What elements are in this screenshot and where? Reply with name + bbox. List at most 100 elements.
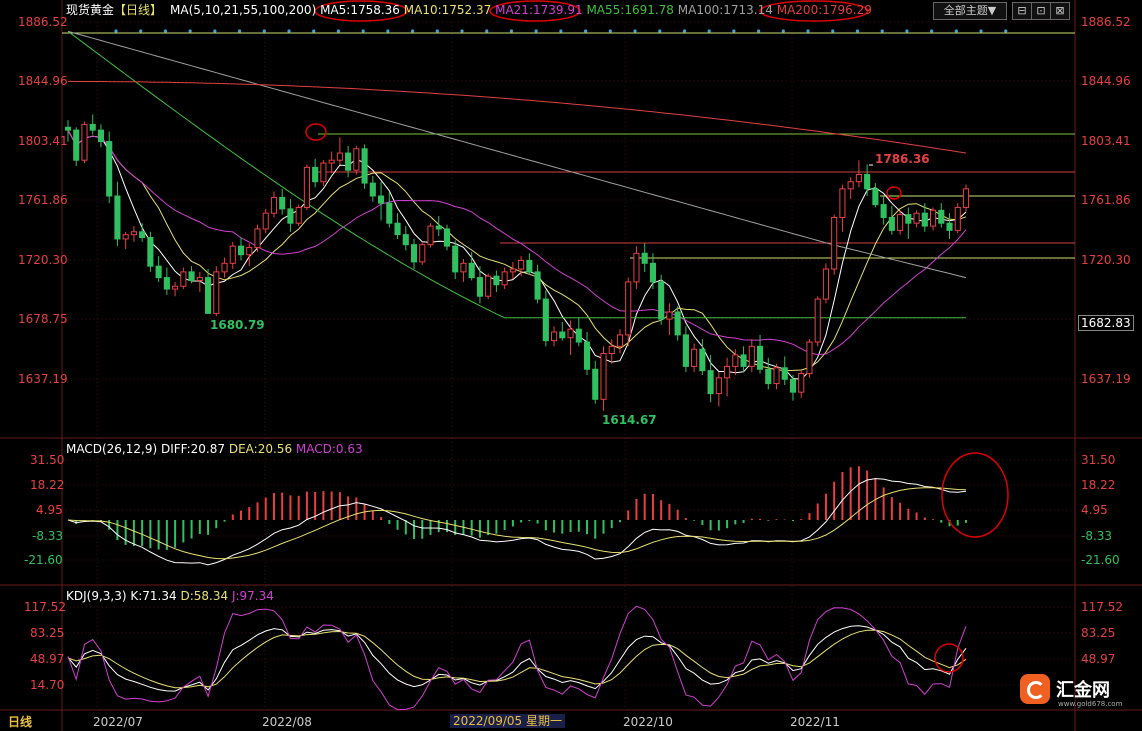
candle-body [773, 367, 780, 385]
kdj-tick: 48.97 [30, 652, 65, 666]
candle[interactable] [485, 273, 492, 300]
macd-tick: 18.22 [30, 478, 65, 492]
macd-dea: DEA:20.56 [228, 442, 293, 456]
price-tick: 1886.52 [1081, 15, 1131, 29]
candle[interactable] [106, 131, 113, 204]
candle-body [855, 174, 862, 183]
candle-body [147, 237, 154, 267]
candle-body [328, 159, 335, 164]
candle-body [237, 245, 245, 256]
marker-dot [855, 29, 860, 33]
candle-body [592, 368, 599, 400]
macd-params: MACD(26,12,9) [66, 442, 158, 456]
theme-select-button[interactable]: 全部主题▼ [933, 2, 1007, 20]
candle-body [641, 252, 648, 264]
candle[interactable] [213, 266, 220, 317]
candle-body [410, 244, 418, 263]
marker-dot [386, 29, 390, 33]
cursor-date-label: 2022/09/05 星期一 [450, 714, 565, 728]
candle-body [452, 245, 459, 273]
candle[interactable] [814, 296, 821, 347]
price-tick: 1761.86 [18, 193, 68, 207]
marker-dot [163, 29, 168, 33]
candle[interactable] [658, 274, 665, 325]
candle[interactable] [954, 203, 961, 234]
macd-diff: DIFF:20.87 [160, 442, 226, 456]
candle-body [822, 268, 829, 300]
price-tick: 1844.96 [1081, 74, 1131, 88]
candle[interactable] [822, 263, 829, 304]
candle[interactable] [295, 204, 302, 227]
candle-body [526, 259, 533, 273]
marker-dot [905, 29, 909, 33]
candle[interactable] [443, 224, 451, 251]
candle-body [518, 259, 525, 270]
ma-params: MA(5,10,21,55,100,200) [170, 3, 317, 17]
current-price-tag: 1682.83 [1078, 315, 1134, 331]
candle-body [756, 345, 764, 370]
marker-dot [287, 29, 291, 33]
ma100-value: MA100:1713.14 [677, 3, 773, 17]
kdj-k: K:71.34 [130, 589, 177, 603]
candle[interactable] [303, 164, 310, 211]
candle-body [353, 148, 360, 171]
candle-body [691, 348, 698, 367]
marker-dot [559, 29, 563, 33]
ma-legend: MA(5,10,21,55,100,200) MA5:1758.36 MA10:… [170, 3, 872, 17]
candle-body [369, 182, 376, 197]
candle-body [427, 225, 434, 246]
candle-body [163, 277, 170, 290]
candle-body [798, 373, 805, 393]
candle-body [551, 331, 558, 342]
candle[interactable] [147, 231, 154, 272]
candle[interactable] [81, 121, 88, 164]
candle-body [839, 188, 846, 218]
marker-dot [781, 29, 785, 33]
candle-body [707, 370, 714, 395]
chart-stage[interactable] [0, 0, 1142, 731]
price-tick: 1720.30 [18, 253, 68, 267]
candle-body [443, 228, 451, 247]
candle[interactable] [361, 144, 368, 189]
candle-body [583, 341, 591, 370]
candle[interactable] [831, 214, 838, 275]
candle-body [929, 209, 937, 227]
marker-dot [707, 29, 711, 33]
candle[interactable] [254, 224, 261, 252]
candle[interactable] [73, 127, 80, 166]
candle-body [155, 265, 162, 279]
candle-body [97, 129, 105, 143]
candle-body [699, 348, 706, 372]
candle[interactable] [962, 184, 970, 212]
close-button[interactable]: ⊠ [1050, 2, 1070, 20]
candle-body [336, 152, 343, 161]
month-tick: 2022/08 [262, 715, 312, 729]
candle[interactable] [320, 160, 327, 186]
candle-body [501, 271, 508, 286]
candle-body [221, 262, 228, 273]
minimize-button[interactable]: ⊟ [1012, 2, 1032, 20]
logo-text: 汇金网 [1056, 680, 1110, 701]
marker-dot [583, 29, 588, 33]
restore-button[interactable]: ⊡ [1031, 2, 1051, 20]
candle-body [806, 341, 813, 375]
candle-body [666, 311, 673, 320]
candle-body [295, 206, 302, 224]
candle-body [781, 367, 788, 380]
candle[interactable] [419, 241, 426, 265]
candle[interactable] [542, 290, 549, 347]
candle-body [633, 252, 640, 283]
candle[interactable] [353, 145, 360, 175]
period-tab[interactable]: 日线 [8, 715, 32, 729]
price-tick: 1844.96 [18, 74, 68, 88]
month-tick: 2022/11 [790, 715, 840, 729]
macd-tick: 31.50 [1081, 453, 1116, 467]
candle-body [460, 262, 467, 273]
candle-body [188, 271, 195, 281]
marker-dot [237, 29, 242, 33]
candle[interactable] [427, 223, 434, 248]
candle[interactable] [806, 339, 813, 378]
candle-body [378, 195, 385, 204]
price-tick: 1803.41 [1081, 134, 1131, 148]
marker-dot [831, 29, 835, 33]
